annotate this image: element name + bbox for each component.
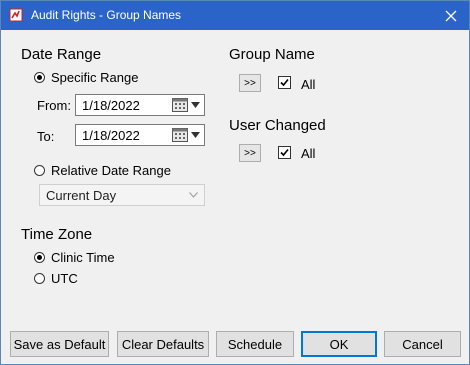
from-label: From: [37,98,71,113]
chevron-down-icon [189,192,198,198]
cancel-button[interactable]: Cancel [384,331,461,357]
user-changed-all-checkbox[interactable] [278,146,291,159]
user-changed-all-label: All [301,146,316,161]
from-date-field[interactable]: 1/18/2022 [75,94,205,116]
close-button[interactable] [433,1,469,30]
radio-selected-icon [34,72,45,83]
group-name-select-button[interactable]: >> [239,74,261,92]
calendar-icon[interactable] [172,128,188,142]
calendar-icon[interactable] [172,98,188,112]
clear-defaults-button[interactable]: Clear Defaults [117,331,209,357]
schedule-button[interactable]: Schedule [216,331,294,357]
utc-label: UTC [51,271,78,286]
chevron-down-icon[interactable] [191,132,200,138]
checkmark-icon [280,148,289,157]
relative-range-select[interactable]: Current Day [39,184,205,206]
app-icon [9,8,23,22]
title-bar: Audit Rights - Group Names [1,1,469,30]
group-name-all-label: All [301,77,316,92]
utc-radio[interactable]: UTC [34,271,78,286]
radio-selected-icon [34,252,45,263]
relative-range-label: Relative Date Range [51,163,171,178]
clinic-time-radio[interactable]: Clinic Time [34,250,115,265]
audit-rights-dialog: Audit Rights - Group Names Date Range Sp… [0,0,470,365]
radio-unselected-icon [34,165,45,176]
user-changed-select-button[interactable]: >> [239,144,261,162]
relative-range-value: Current Day [46,187,117,203]
group-name-title: Group Name [229,46,315,63]
checkmark-icon [280,78,289,87]
specific-range-label: Specific Range [51,70,139,85]
user-changed-title: User Changed [229,117,326,134]
from-date-value: 1/18/2022 [82,97,140,113]
clinic-time-label: Clinic Time [51,250,115,265]
ok-button[interactable]: OK [301,331,377,357]
date-range-title: Date Range [21,46,102,63]
specific-range-radio[interactable]: Specific Range [34,70,138,85]
to-label: To: [37,129,55,144]
group-name-all-checkbox[interactable] [278,76,291,89]
time-zone-title: Time Zone [21,226,93,243]
relative-range-radio[interactable]: Relative Date Range [34,163,171,178]
chevron-down-icon[interactable] [191,102,200,108]
to-date-field[interactable]: 1/18/2022 [75,124,205,146]
radio-unselected-icon [34,273,45,284]
close-icon [445,10,457,21]
save-as-default-button[interactable]: Save as Default [10,331,109,357]
window-title: Audit Rights - Group Names [31,8,182,22]
to-date-value: 1/18/2022 [82,127,140,143]
